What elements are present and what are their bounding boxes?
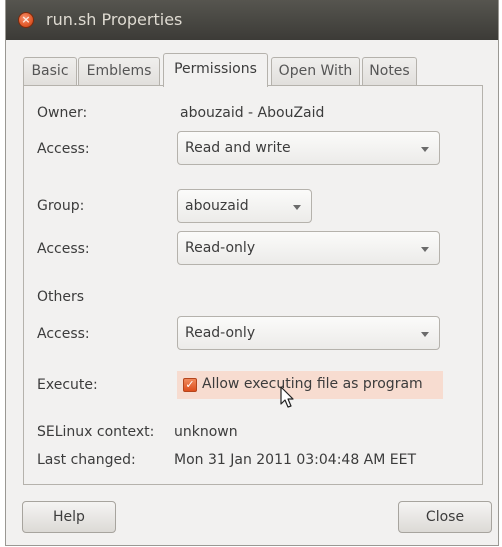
- mouse-cursor-icon: [280, 386, 294, 408]
- group-label: Group:: [37, 198, 85, 214]
- close-button[interactable]: Close: [398, 501, 492, 533]
- owner-value: abouzaid - AbouZaid: [180, 105, 325, 121]
- others-access-dropdown[interactable]: Read-only: [177, 316, 440, 350]
- execute-label: Execute:: [37, 377, 98, 393]
- group-access-dropdown[interactable]: Read-only: [177, 231, 440, 265]
- help-button[interactable]: Help: [22, 501, 116, 533]
- chevron-down-icon: [421, 247, 429, 252]
- tab-emblems[interactable]: Emblems: [78, 57, 160, 85]
- group-value: abouzaid: [185, 198, 249, 214]
- others-label: Others: [37, 289, 85, 305]
- window-title: run.sh Properties: [46, 10, 183, 29]
- chevron-down-icon: [293, 205, 301, 210]
- chevron-down-icon: [421, 147, 429, 152]
- group-dropdown[interactable]: abouzaid: [177, 189, 312, 223]
- others-access-value: Read-only: [185, 325, 256, 341]
- chevron-down-icon: [421, 332, 429, 337]
- tab-notes[interactable]: Notes: [362, 57, 417, 85]
- selinux-value: unknown: [174, 424, 238, 440]
- group-access-label: Access:: [37, 241, 90, 257]
- owner-access-label: Access:: [37, 141, 90, 157]
- close-window-icon[interactable]: ×: [18, 12, 34, 28]
- selinux-label: SELinux context:: [37, 424, 155, 440]
- last-changed-value: Mon 31 Jan 2011 03:04:48 AM EET: [174, 452, 417, 468]
- owner-access-dropdown[interactable]: Read and write: [177, 131, 440, 165]
- tab-basic[interactable]: Basic: [23, 57, 77, 85]
- owner-label: Owner:: [37, 105, 88, 121]
- execute-checkbox-label[interactable]: Allow executing file as program: [202, 376, 423, 392]
- permissions-panel: Owner: abouzaid - AbouZaid Access: Read …: [23, 85, 483, 485]
- execute-checkbox-row[interactable]: ✓ Allow executing file as program: [177, 371, 443, 399]
- last-changed-label: Last changed:: [37, 452, 136, 468]
- execute-checkbox[interactable]: ✓: [183, 378, 197, 392]
- tab-open-with[interactable]: Open With: [271, 57, 360, 85]
- group-access-value: Read-only: [185, 240, 256, 256]
- title-bar[interactable]: × run.sh Properties: [6, 0, 498, 40]
- properties-window: × run.sh Properties Basic Emblems Permis…: [5, 0, 499, 546]
- owner-access-value: Read and write: [185, 140, 291, 156]
- tab-permissions[interactable]: Permissions: [163, 53, 268, 87]
- others-access-label: Access:: [37, 326, 90, 342]
